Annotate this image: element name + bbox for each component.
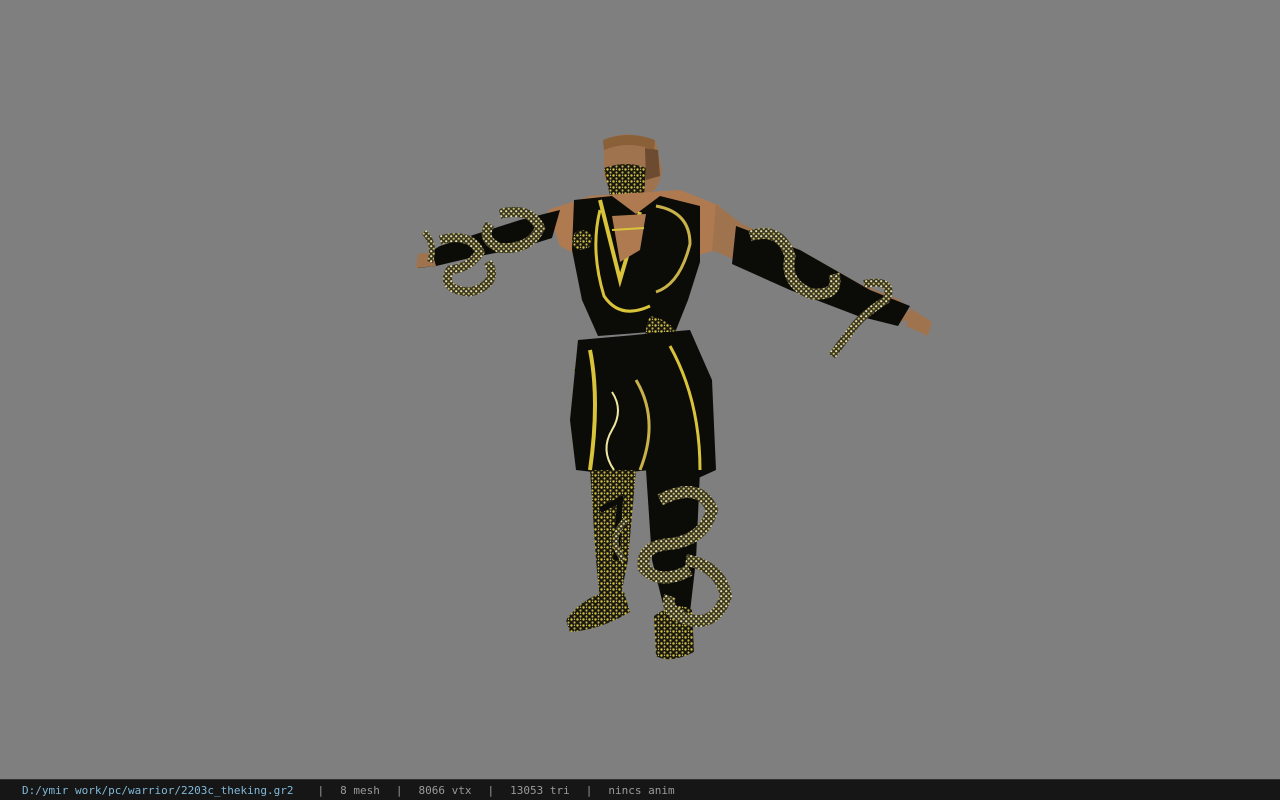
right-arm	[712, 204, 932, 359]
vertex-count: 8066 vtx	[418, 783, 472, 797]
file-path: D:/ymir work/pc/warrior/2203c_theking.gr…	[22, 783, 294, 797]
triangle-count: 13053 tri	[510, 783, 570, 797]
character-model	[416, 134, 932, 660]
character-lower-robe	[570, 330, 716, 480]
status-separator: |	[317, 783, 325, 797]
status-separator: |	[585, 783, 593, 797]
anim-status: nincs anim	[608, 783, 675, 797]
3d-viewport[interactable]	[0, 0, 1280, 779]
status-separator: |	[487, 783, 495, 797]
character-torso	[572, 196, 700, 336]
character-legs	[566, 470, 733, 660]
status-bar: D:/ymir work/pc/warrior/2203c_theking.gr…	[0, 779, 1280, 800]
mesh-count: 8 mesh	[340, 783, 380, 797]
left-arm	[416, 206, 560, 297]
status-separator: |	[395, 783, 403, 797]
